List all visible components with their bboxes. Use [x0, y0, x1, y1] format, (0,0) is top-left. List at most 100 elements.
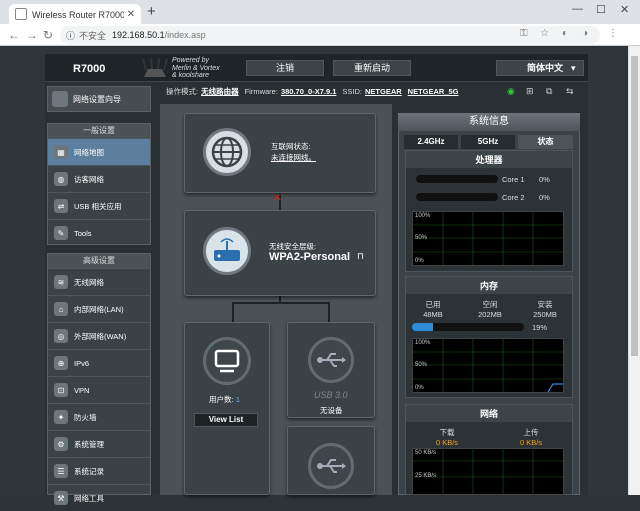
sidebar-item-label: VPN [74, 385, 90, 395]
extension-icon[interactable]: ◐ [562, 28, 568, 39]
tab-2-4ghz[interactable]: 2.4GHz [404, 135, 458, 149]
minimize-icon[interactable]: — [572, 3, 583, 15]
firmware-label: Firmware: [244, 86, 278, 96]
chevron-down-icon: ▾ [571, 63, 576, 73]
mem-total: 安装 250MB [528, 299, 562, 319]
sidebar-item-label: 系统记录 [74, 466, 104, 476]
sidebar-item-network-tools[interactable]: ⚒ 网络工具 [48, 484, 150, 511]
sidebar-item-label: 系统管理 [74, 439, 104, 449]
vertical-scrollbar[interactable] [628, 46, 640, 495]
network-title: 网络 [406, 405, 572, 422]
wan-globe-icon: ◎ [54, 329, 68, 343]
scrollbar-thumb[interactable] [631, 56, 638, 356]
clients-icon[interactable]: ⧉ [546, 86, 552, 97]
key-icon[interactable]: ⚿ [520, 28, 528, 39]
memory-usage-bar [412, 323, 524, 331]
language-select[interactable]: 简体中文 ▾ [496, 60, 584, 76]
wireless-icon: ≋ [54, 275, 68, 289]
firmware-link[interactable]: 380.70_0-X7.9.1 [281, 87, 336, 96]
url-field[interactable]: ⓘ 不安全 192.168.50.1 /index.asp [60, 26, 600, 44]
internet-status-card[interactable]: 互联网状态: 未连接网线。 [184, 113, 376, 193]
sidebar-item-system-log[interactable]: ☰ 系统记录 [48, 457, 150, 484]
sidebar-item-tools[interactable]: ✎ Tools [48, 219, 150, 246]
sidebar-item-lan[interactable]: ⌂ 内部网络(LAN) [48, 295, 150, 322]
clients-count: 用户数: 1 [209, 394, 240, 405]
core2-usage-bar [416, 193, 498, 201]
network-map-icon: ▦ [54, 145, 68, 159]
qis-wizard-button[interactable]: 网络设置向导 [47, 86, 151, 112]
router-card[interactable]: 无线安全层级: WPA2-Personal ⊓ [184, 210, 376, 296]
reload-icon[interactable]: ↻ [43, 28, 53, 42]
sidebar-item-label: 内部网络(LAN) [74, 304, 124, 314]
mem-total-label: 安装 [537, 300, 553, 309]
browser-tab[interactable]: Wireless Router R7000 - 网络地 ✕ [9, 4, 141, 24]
status-info-bar: 操作模式: 无线路由器 Firmware: 380.70_0-X7.9.1 SS… [160, 83, 588, 99]
cpu-title: 处理器 [406, 151, 572, 168]
advanced-settings-menu: 高级设置 ≋ 无线网络 ⌂ 内部网络(LAN) ◎ 外部网络(WAN) ⊕ IPv6 ⊡… [47, 253, 151, 505]
view-list-button[interactable]: View List [194, 413, 258, 427]
sidebar-item-guest-network[interactable]: ◍ 访客网络 [48, 165, 150, 192]
usb-icon[interactable]: ⇆ [566, 86, 574, 97]
tab-status[interactable]: 状态 [518, 135, 573, 149]
graph-tick-label: 25 KB/s [415, 473, 437, 479]
reboot-button[interactable]: 重新启动 [333, 60, 411, 76]
cpu-usage-graph: 100% 50% 0% [412, 211, 564, 266]
monitor-icon [203, 337, 251, 385]
clients-card[interactable]: 用户数: 1 [184, 322, 270, 495]
usb1-label: USB 3.0 [314, 390, 348, 400]
network-traffic-graph: 50 KB/s 25 KB/s [412, 448, 564, 495]
bookmark-star-icon[interactable]: ☆ [540, 28, 549, 39]
sidebar-item-label: USB 相关应用 [74, 201, 122, 211]
wifi-icon[interactable]: ◉ [507, 86, 515, 97]
usb2-card[interactable] [287, 426, 375, 495]
info-icon[interactable]: ⓘ [66, 29, 75, 42]
memory-usage-fill [412, 323, 434, 331]
router-logo-icon [142, 57, 168, 77]
sidebar-item-usb-apps[interactable]: ⇌ USB 相关应用 [48, 192, 150, 219]
sidebar-item-network-map[interactable]: ▦ 网络地图 [48, 138, 150, 165]
sidebar-item-wan[interactable]: ◎ 外部网络(WAN) [48, 322, 150, 349]
sidebar-item-wireless[interactable]: ≋ 无线网络 [48, 268, 150, 295]
lan-icon: ⌂ [54, 302, 68, 316]
download-label: 下载 [439, 428, 455, 437]
back-icon[interactable]: ← [8, 28, 20, 42]
new-tab-icon[interactable]: + [147, 3, 156, 20]
core1-value: 0% [539, 175, 550, 184]
tab-title: Wireless Router R7000 - 网络地 [32, 9, 124, 20]
maximize-icon[interactable]: ☐ [596, 3, 606, 16]
menu-icon[interactable]: ⋮ [608, 28, 618, 39]
ipv6-icon: ⊕ [54, 356, 68, 370]
powered-by-line: Powered by [172, 57, 209, 64]
mode-link[interactable]: 无线路由器 [201, 86, 239, 97]
core1-label: Core 1 [502, 175, 525, 184]
sidebar-item-label: 网络工具 [74, 493, 104, 503]
forward-icon[interactable]: → [26, 28, 38, 42]
graph-tick-label: 0% [415, 385, 424, 391]
tab-5ghz[interactable]: 5GHz [461, 135, 515, 149]
network-status-icon[interactable]: ⊞ [526, 86, 534, 97]
mem-used-value: 48MB [423, 310, 443, 319]
ssid-2g-link[interactable]: NETGEAR [365, 87, 402, 96]
usb-icon [308, 337, 354, 383]
close-window-icon[interactable]: ✕ [620, 3, 629, 16]
sidebar-item-administration[interactable]: ⚙ 系统管理 [48, 430, 150, 457]
internet-status-value[interactable]: 未连接网线。 [271, 152, 316, 163]
security-level-value: WPA2-Personal [269, 251, 351, 263]
powered-by-line: Merlin & Vortex [172, 64, 220, 72]
connector-line [328, 302, 330, 322]
mode-label: 操作模式: [166, 86, 199, 96]
sidebar-item-ipv6[interactable]: ⊕ IPv6 [48, 349, 150, 376]
core2-label: Core 2 [502, 193, 525, 202]
usb1-card[interactable]: USB 3.0 无设备 [287, 322, 375, 418]
guest-network-icon: ◍ [54, 172, 68, 186]
language-value: 简体中文 [527, 63, 564, 73]
mem-used: 已用 48MB [418, 299, 448, 319]
sidebar-item-vpn[interactable]: ⊡ VPN [48, 376, 150, 403]
wrench-icon: ✎ [54, 226, 68, 240]
clients-value: 1 [235, 395, 240, 404]
close-tab-icon[interactable]: ✕ [127, 9, 135, 20]
sidebar-item-firewall[interactable]: ✦ 防火墙 [48, 403, 150, 430]
ssid-5g-link[interactable]: NETGEAR_5G [408, 87, 459, 96]
logout-button[interactable]: 注销 [246, 60, 324, 76]
extension-icon[interactable]: ◑ [582, 28, 588, 39]
